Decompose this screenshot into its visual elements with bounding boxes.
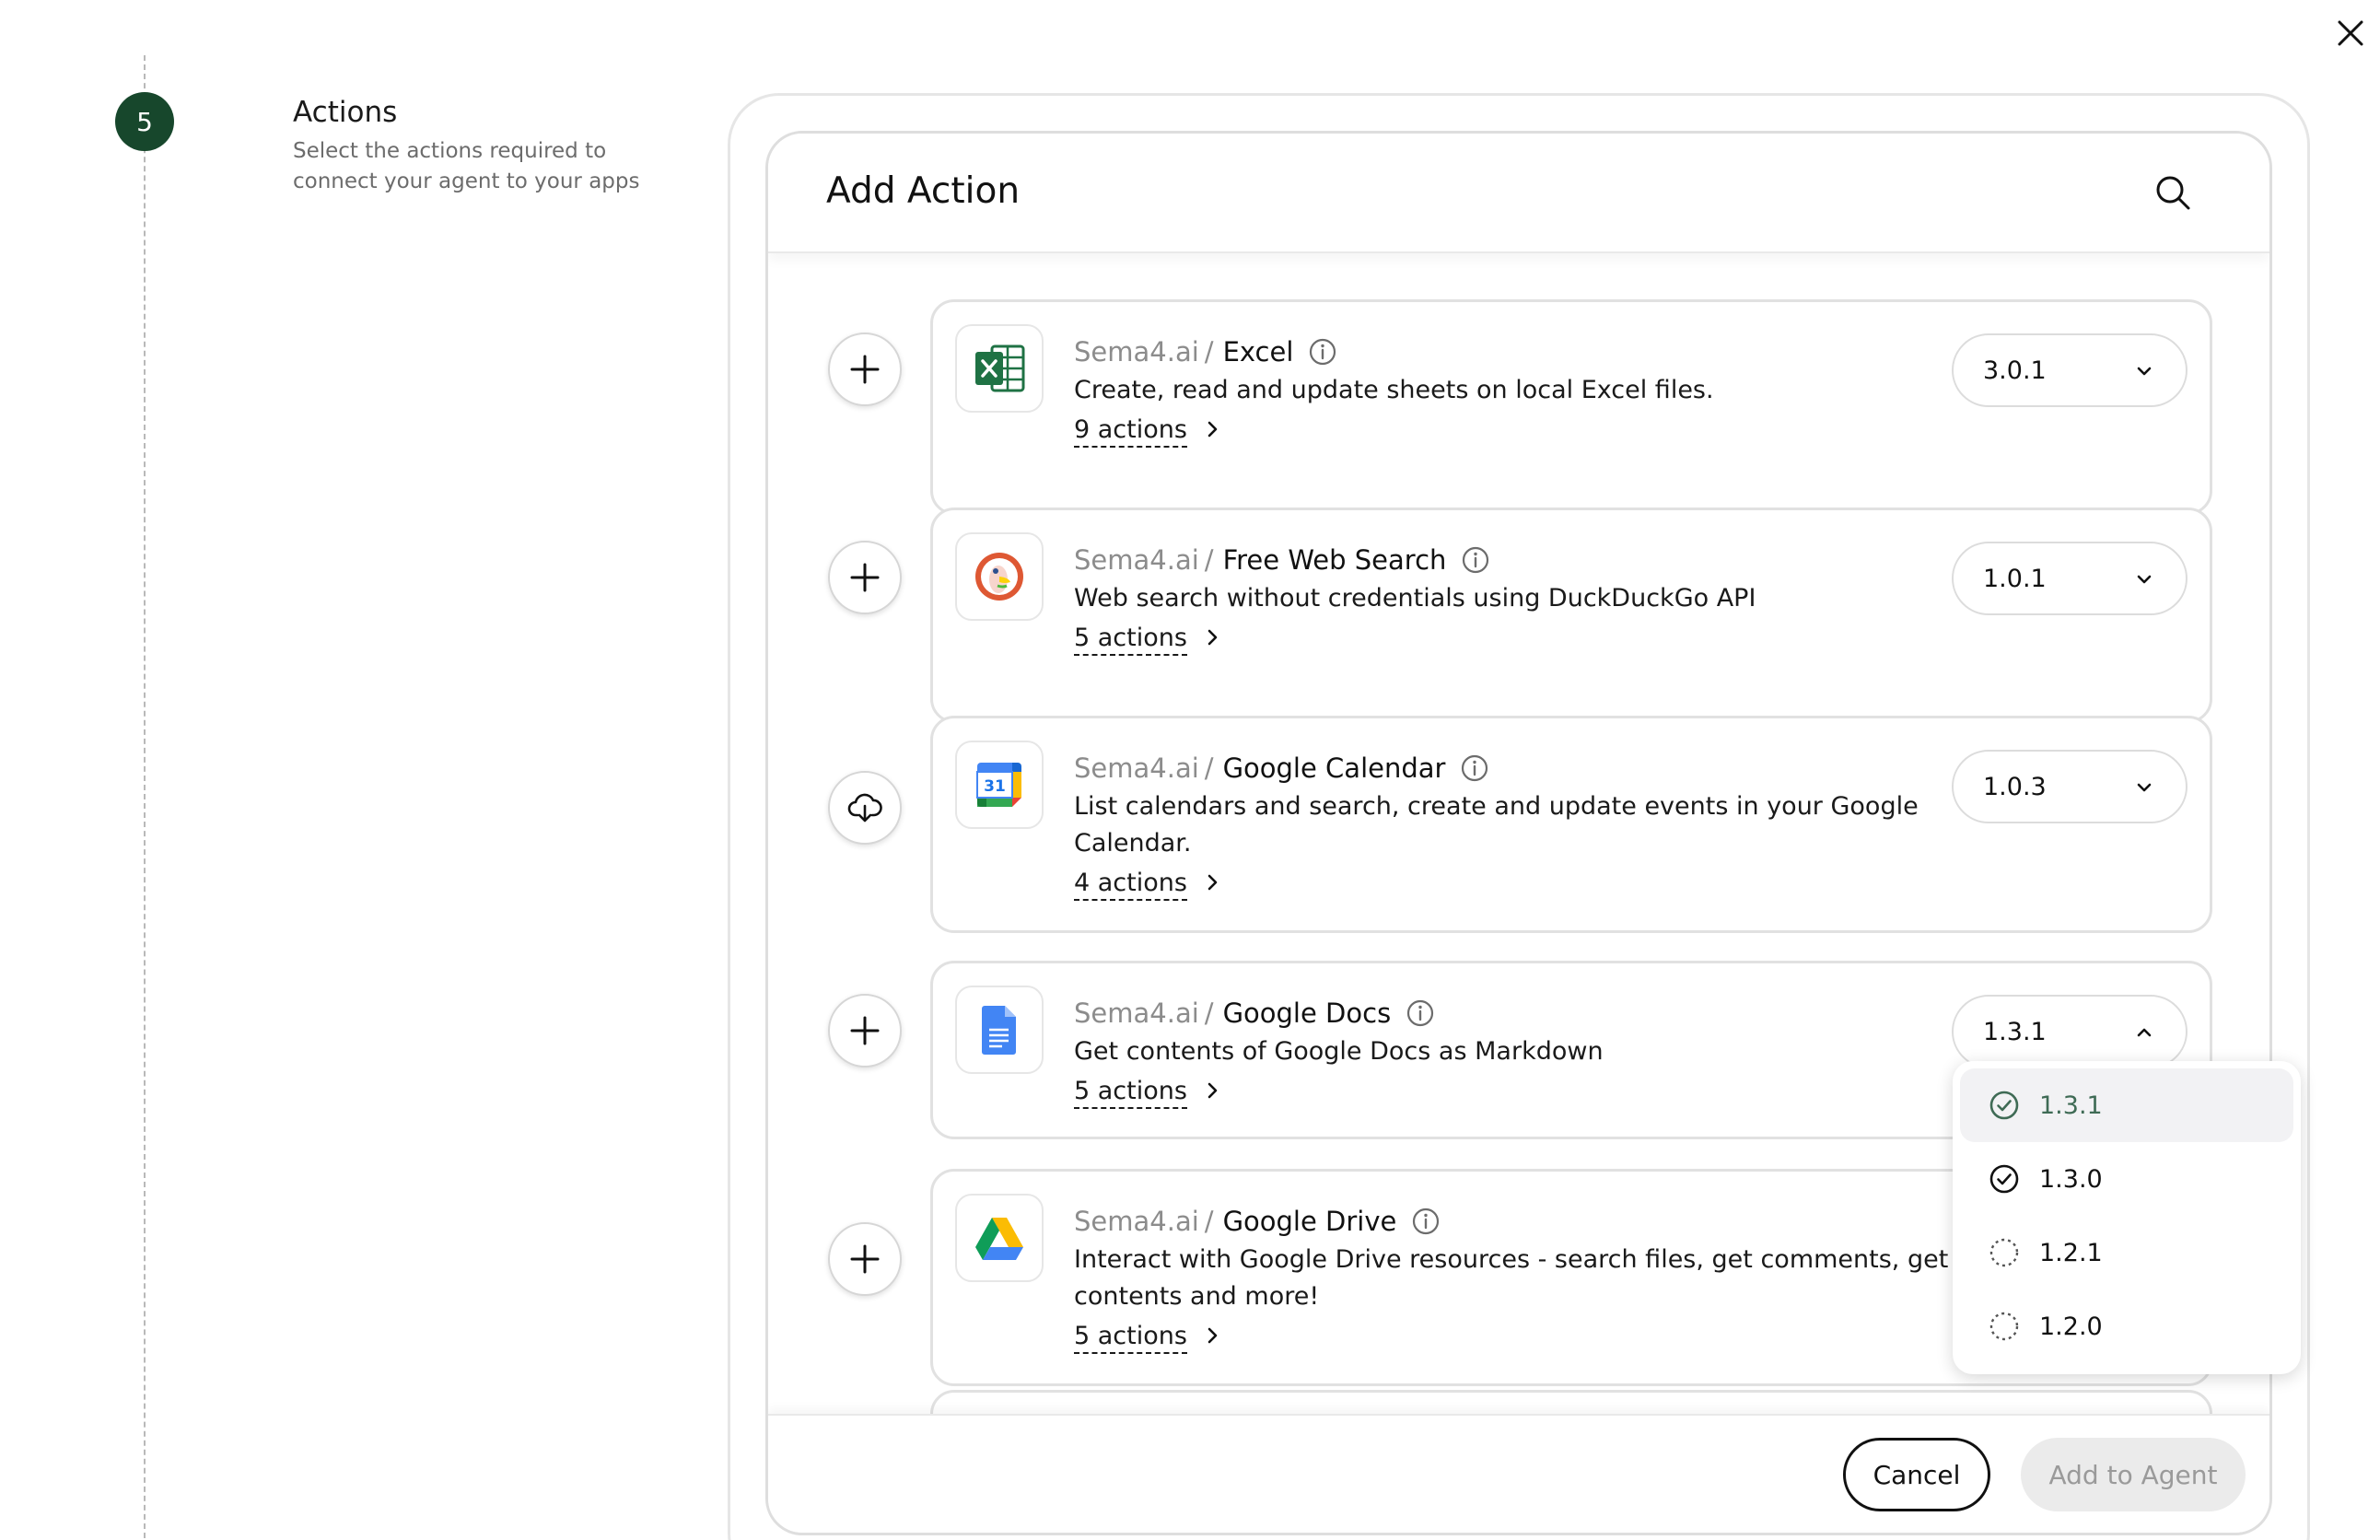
chevron-down-icon: [2137, 367, 2152, 376]
version-value: 1.0.1: [1983, 564, 2047, 593]
chevron-down-icon: [2137, 575, 2152, 584]
chevron-up-icon: [2137, 1028, 2152, 1037]
add-action-dialog-page: 5 Actions Select the actions required to…: [0, 0, 2380, 1540]
stepper-line: [144, 55, 146, 1540]
duckduckgo-logo: [955, 532, 1044, 621]
dashed-circle-icon: [1989, 1238, 2019, 1267]
version-option-label: 1.2.1: [2039, 1238, 2103, 1267]
version-value: 1.3.1: [1983, 1017, 2047, 1046]
version-dropdown-menu: 1.3.1 1.3.0 1.2.1 1.2.0: [1953, 1061, 2301, 1374]
version-value: 3.0.1: [1983, 356, 2047, 385]
package-description: Interact with Google Drive resources - s…: [1074, 1245, 1949, 1311]
chevron-right-icon: [1208, 629, 1218, 646]
package-card-google-calendar: 31 Sema4.ai / Google Calendar List calend…: [930, 716, 2212, 933]
excel-logo: [955, 324, 1044, 413]
actions-count-link[interactable]: 4 actions: [1074, 868, 1187, 901]
version-option[interactable]: 1.3.0: [1960, 1142, 2293, 1216]
check-circle-icon: [1989, 1091, 2019, 1120]
info-icon[interactable]: [1411, 1207, 1441, 1236]
dialog-footer: Cancel Add to Agent: [768, 1414, 2269, 1533]
chevron-right-icon: [1208, 874, 1218, 891]
add-package-button[interactable]: [828, 1222, 902, 1296]
dashed-circle-icon: [1989, 1312, 2019, 1341]
version-option-label: 1.3.1: [2039, 1091, 2103, 1120]
info-icon[interactable]: [1406, 998, 1435, 1028]
package-description: List calendars and search, create and up…: [1074, 792, 1919, 858]
version-option-label: 1.3.0: [2039, 1164, 2103, 1194]
package-name: Google Calendar: [1222, 752, 1446, 784]
step-title: Actions: [293, 96, 398, 129]
package-vendor: Sema4.ai: [1074, 998, 1199, 1029]
package-vendor: Sema4.ai: [1074, 752, 1199, 784]
actions-count-link[interactable]: 5 actions: [1074, 623, 1187, 656]
actions-count-link[interactable]: 5 actions: [1074, 1076, 1187, 1109]
plus-icon: [850, 355, 880, 384]
info-icon[interactable]: [1461, 545, 1490, 575]
plus-icon: [850, 1016, 880, 1045]
add-package-button[interactable]: [828, 994, 902, 1068]
version-option-label: 1.2.0: [2039, 1312, 2103, 1341]
close-icon[interactable]: [2334, 17, 2367, 50]
package-name: Google Drive: [1222, 1206, 1397, 1237]
google-calendar-logo: 31: [955, 741, 1044, 829]
chevron-down-icon: [2137, 783, 2152, 792]
actions-count-link[interactable]: 9 actions: [1074, 414, 1187, 448]
actions-count-link[interactable]: 5 actions: [1074, 1321, 1187, 1354]
chevron-right-icon: [1208, 421, 1218, 438]
version-option[interactable]: 1.2.0: [1960, 1289, 2293, 1363]
step-number-badge: 5: [115, 92, 174, 151]
version-select-open[interactable]: 1.3.1: [1952, 995, 2188, 1068]
cancel-button[interactable]: Cancel: [1843, 1438, 1990, 1511]
package-name: Free Web Search: [1222, 544, 1447, 576]
package-card-free-web-search: Sema4.ai / Free Web Search Web search wit…: [930, 508, 2212, 723]
info-icon[interactable]: [1460, 753, 1489, 783]
panel-header: Add Action: [768, 134, 2269, 253]
version-select[interactable]: 1.0.1: [1952, 542, 2188, 615]
package-description: Get contents of Google Docs as Markdown: [1074, 1037, 1604, 1066]
version-value: 1.0.3: [1983, 772, 2047, 801]
package-vendor: Sema4.ai: [1074, 336, 1199, 368]
version-option[interactable]: 1.3.1: [1960, 1068, 2293, 1142]
calendar-logo-number: 31: [984, 777, 1006, 796]
add-package-button[interactable]: [828, 332, 902, 406]
chevron-right-icon: [1208, 1082, 1218, 1099]
chevron-right-icon: [1208, 1327, 1218, 1344]
panel-title: Add Action: [826, 170, 1021, 212]
version-option[interactable]: 1.2.1: [1960, 1216, 2293, 1289]
check-circle-icon: [1989, 1164, 2019, 1194]
package-description: Web search without credentials using Duc…: [1074, 584, 1756, 612]
google-drive-logo: [955, 1194, 1044, 1282]
download-package-button[interactable]: [828, 771, 902, 845]
package-description: Create, read and update sheets on local …: [1074, 376, 1714, 404]
version-select[interactable]: 3.0.1: [1952, 333, 2188, 407]
package-name: Excel: [1222, 336, 1294, 368]
add-to-agent-button[interactable]: Add to Agent: [2021, 1438, 2246, 1511]
package-card-excel: Sema4.ai / Excel Create, read and update …: [930, 299, 2212, 515]
package-name: Google Docs: [1222, 998, 1392, 1029]
google-docs-logo: [955, 986, 1044, 1074]
package-card-partial: [930, 1390, 2212, 1414]
search-icon[interactable]: [2152, 172, 2193, 213]
package-vendor: Sema4.ai: [1074, 1206, 1199, 1237]
plus-icon: [850, 563, 880, 592]
plus-icon: [850, 1244, 880, 1274]
info-icon[interactable]: [1308, 337, 1337, 367]
cloud-download-icon: [847, 793, 882, 822]
version-select[interactable]: 1.0.3: [1952, 750, 2188, 823]
step-subtitle: Select the actions required to connect y…: [293, 139, 640, 193]
add-package-button[interactable]: [828, 541, 902, 614]
package-vendor: Sema4.ai: [1074, 544, 1199, 576]
